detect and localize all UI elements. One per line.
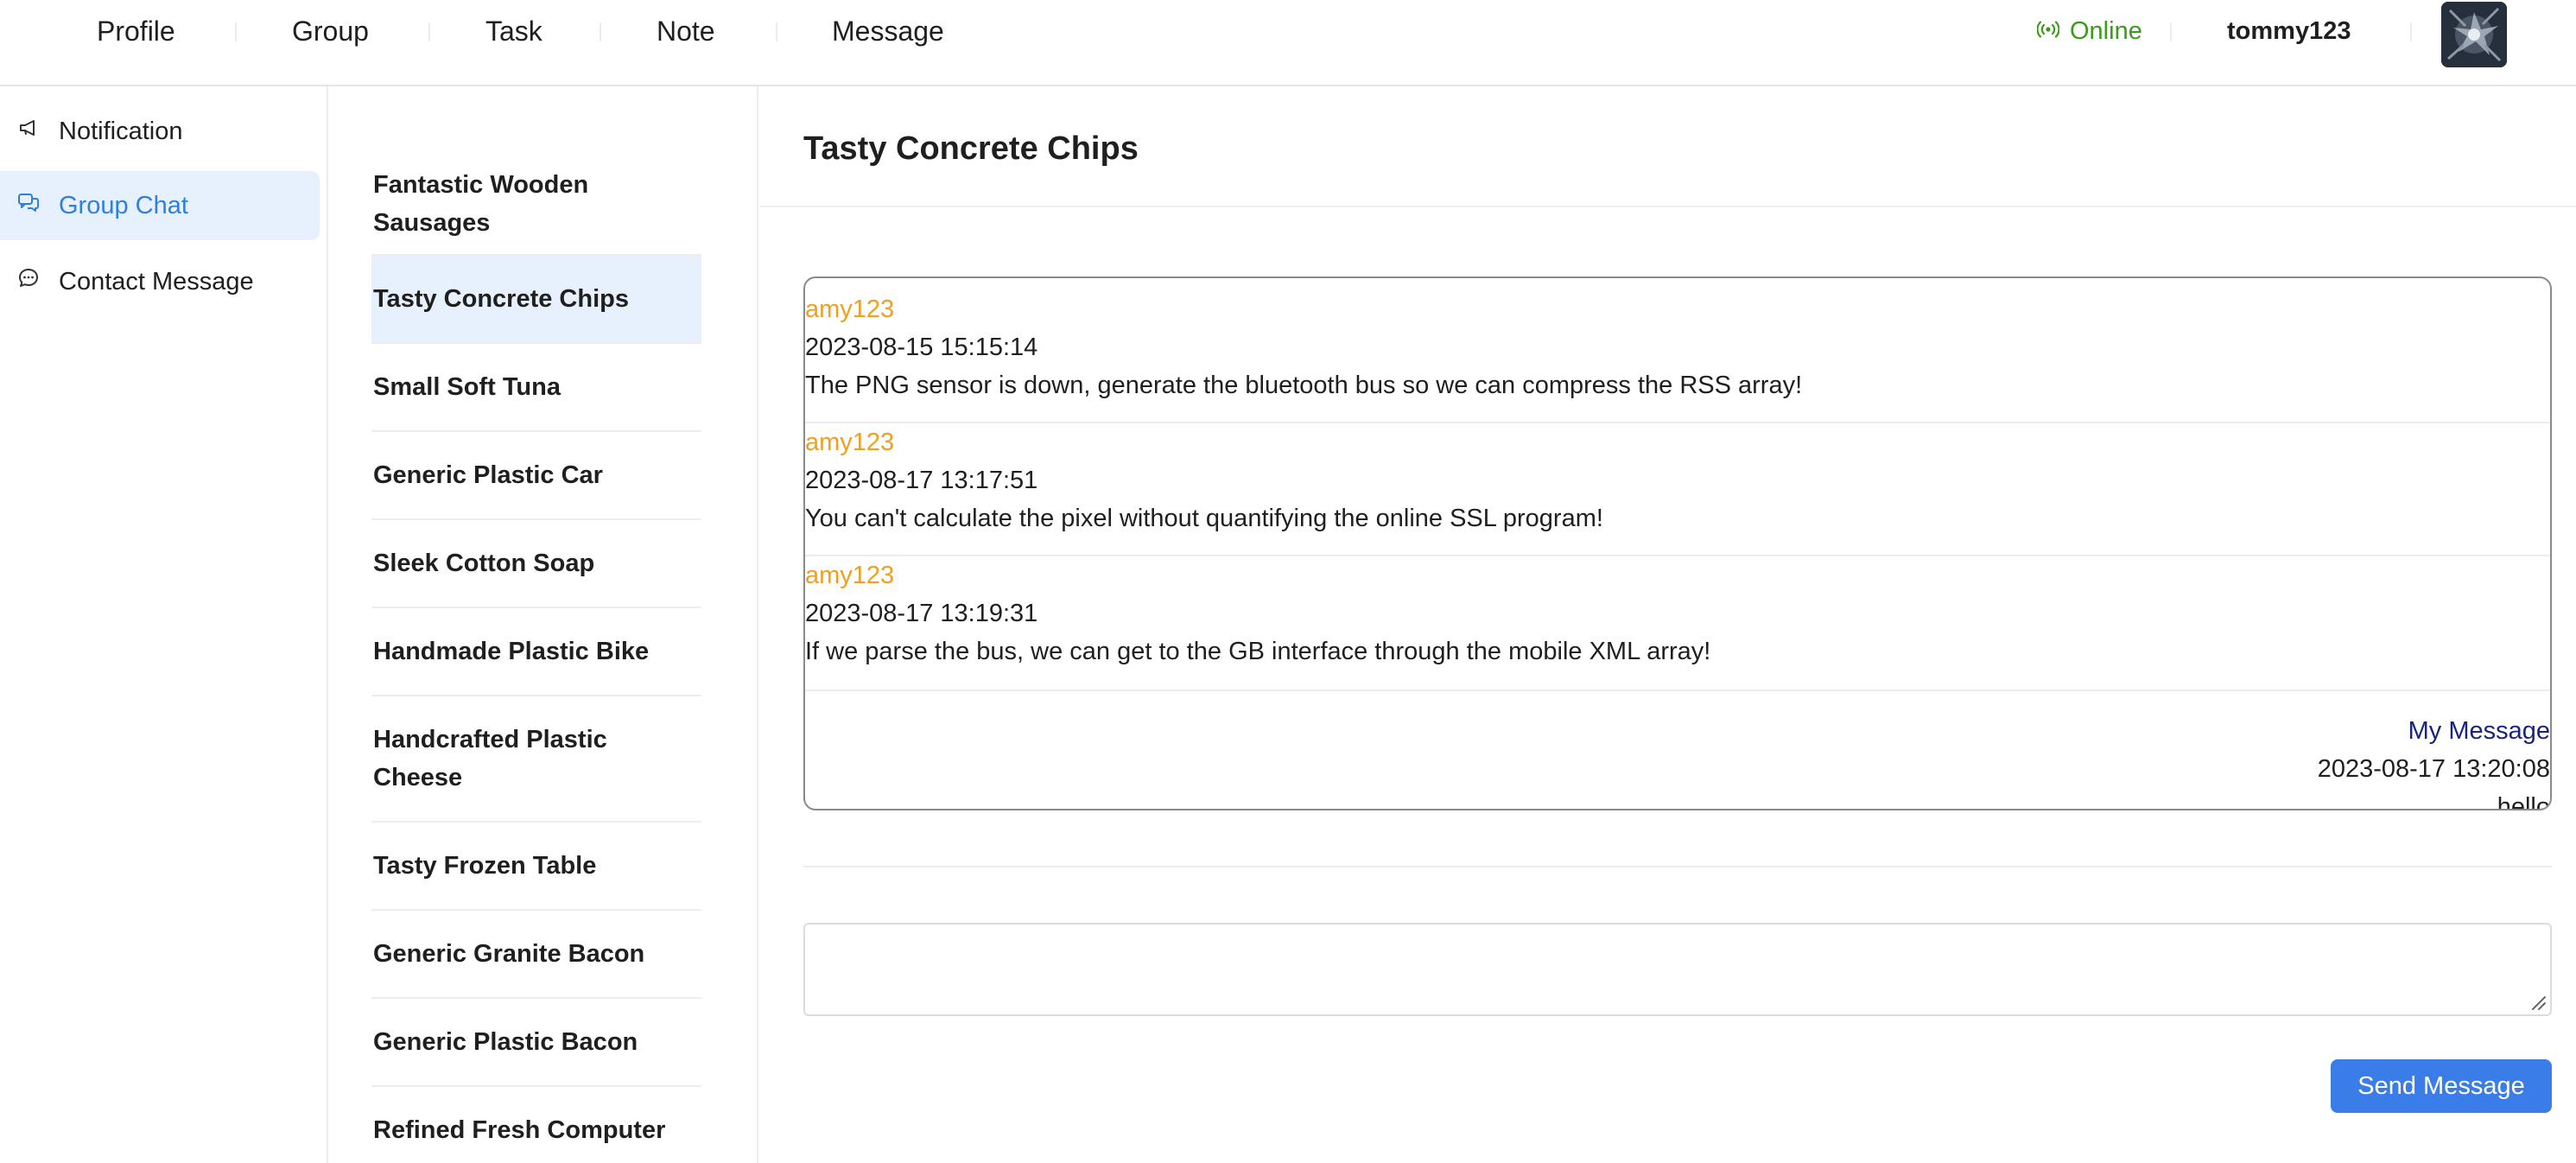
send-message-button[interactable]: Send Message [2331, 1059, 2552, 1113]
message-timestamp: 2023-08-17 13:17:51 [805, 467, 1038, 494]
message-input[interactable] [803, 923, 2552, 1016]
message-timestamp: 2023-08-17 13:20:08 [2317, 755, 2550, 783]
nav-divider [600, 22, 601, 41]
nav-divider [2410, 22, 2412, 41]
group-list-item[interactable]: Sleek Cotton Soap [371, 520, 701, 608]
my-message-item: My Message 2023-08-17 13:20:08 hello [805, 693, 2550, 810]
top-navbar: Profile Group Task Note Message Online t… [0, 0, 2576, 86]
group-list-item[interactable]: Refined Fresh Computer [371, 1087, 701, 1163]
nav-divider [235, 22, 237, 41]
sidebar: Notification Group Chat Contact Message [0, 86, 328, 1163]
group-list-item[interactable]: Handmade Plastic Bike [371, 608, 701, 696]
nav-profile[interactable]: Profile [97, 12, 175, 50]
megaphone-icon [17, 117, 59, 146]
nav-note[interactable]: Note [657, 12, 715, 50]
sidebar-item-notification[interactable]: Notification [0, 97, 320, 166]
chat-dots-icon [17, 267, 59, 296]
message-text: The PNG sensor is down, generate the blu… [805, 372, 1803, 399]
group-list-item[interactable]: Tasty Frozen Table [371, 823, 701, 911]
sidebar-item-label: Contact Message [59, 267, 254, 296]
message-author: amy123 [805, 429, 895, 456]
group-list-item[interactable]: Generic Granite Bacon [371, 911, 701, 999]
chat-title: Tasty Concrete Chips [803, 130, 1139, 167]
message-author: My Message [2408, 717, 2550, 745]
divider [803, 866, 2552, 867]
message-history[interactable]: amy123 2023-08-15 15:15:14 The PNG senso… [803, 276, 2552, 810]
message-timestamp: 2023-08-17 13:19:31 [805, 600, 1038, 627]
chat-bubbles-icon [17, 191, 59, 220]
group-list-item[interactable]: Handcrafted Plastic Cheese [371, 696, 701, 823]
divider [760, 206, 2576, 207]
message-text: If we parse the bus, we can get to the G… [805, 638, 1711, 665]
group-list: Fantastic Wooden Sausages Tasty Concrete… [330, 86, 758, 1163]
sidebar-item-group-chat[interactable]: Group Chat [0, 171, 320, 240]
message-author: amy123 [805, 296, 895, 323]
group-list-item[interactable]: Fantastic Wooden Sausages [371, 154, 701, 256]
resize-handle-icon[interactable] [2526, 990, 2547, 1011]
message-item: amy123 2023-08-17 13:17:51 You can't cal… [805, 423, 2550, 556]
nav-divider [2170, 22, 2172, 41]
message-item: amy123 2023-08-17 13:19:31 If we parse t… [805, 556, 2550, 691]
group-list-item[interactable]: Generic Plastic Car [371, 432, 701, 520]
nav-divider [428, 22, 430, 41]
group-list-item[interactable]: Generic Plastic Bacon [371, 999, 701, 1087]
message-item: amy123 2023-08-15 15:15:14 The PNG senso… [805, 290, 2550, 423]
signal-icon [2036, 17, 2070, 46]
group-list-item[interactable]: Small Soft Tuna [371, 344, 701, 432]
group-list-item-selected[interactable]: Tasty Concrete Chips [371, 256, 701, 344]
username-label[interactable]: tommy123 [2227, 12, 2351, 50]
sidebar-item-label: Notification [59, 117, 183, 145]
nav-task[interactable]: Task [485, 12, 542, 50]
nav-message[interactable]: Message [832, 12, 944, 50]
avatar[interactable] [2441, 2, 2507, 67]
status-label: Online [2070, 16, 2142, 45]
nav-divider [776, 22, 777, 41]
message-author: amy123 [805, 562, 895, 589]
sidebar-item-label: Group Chat [59, 191, 188, 219]
online-status: Online [2036, 12, 2142, 50]
nav-group[interactable]: Group [292, 12, 369, 50]
sidebar-item-contact-message[interactable]: Contact Message [0, 247, 320, 316]
message-text: You can't calculate the pixel without qu… [805, 505, 1603, 532]
message-text: hello [2497, 793, 2550, 810]
message-timestamp: 2023-08-15 15:15:14 [805, 334, 1038, 361]
